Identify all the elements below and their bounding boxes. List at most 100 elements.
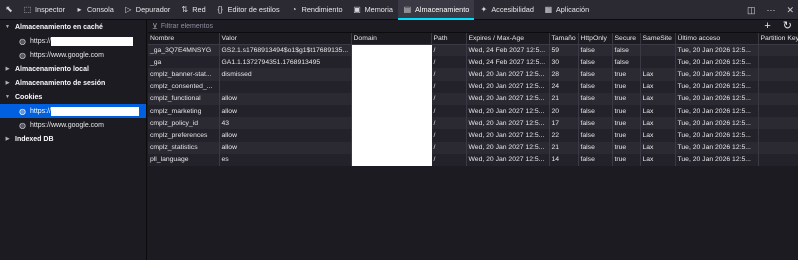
table-cell: Wed, 24 Feb 2027 12:5... bbox=[466, 44, 550, 57]
chevron-down-icon[interactable]: ▼ bbox=[3, 94, 12, 100]
table-cell: true bbox=[612, 153, 641, 166]
tree-session-storage[interactable]: ▶ Almacenamiento de sesión bbox=[0, 76, 146, 90]
tree-item-cache-google[interactable]: ◍ https://www.google.com bbox=[0, 48, 146, 62]
column-header[interactable]: Valor bbox=[219, 33, 352, 45]
tree-indexeddb[interactable]: ▶ Indexed DB bbox=[0, 132, 146, 146]
table-cell: 21 bbox=[549, 141, 579, 154]
toolbar-actions: ◫ ⋯ ✕ bbox=[747, 0, 794, 20]
table-cell: Tue, 20 Jan 2026 12:5... bbox=[675, 92, 759, 105]
table-cell bbox=[758, 80, 798, 93]
table-cell: / bbox=[431, 80, 467, 93]
close-icon[interactable]: ✕ bbox=[786, 5, 794, 16]
table-cell: Tue, 20 Jan 2026 12:5... bbox=[675, 68, 759, 81]
globe-icon: ◍ bbox=[19, 36, 26, 46]
tree-cache-storage[interactable]: ▼ Almacenamiento en caché bbox=[0, 20, 146, 34]
table-row[interactable]: _ga_3Q7E4MNSYG GS2.1.s1768913494$o1$g1$t1… bbox=[148, 44, 798, 57]
table-cell: Lax bbox=[640, 117, 676, 130]
chevron-right-icon[interactable]: ▶ bbox=[3, 136, 12, 142]
table-cell: Lax bbox=[640, 92, 676, 105]
chevron-right-icon[interactable]: ▶ bbox=[3, 66, 12, 72]
table-cell: allow bbox=[219, 141, 352, 154]
tab-console[interactable]: ▸ Consola bbox=[70, 0, 119, 20]
table-cell: allow bbox=[219, 104, 352, 118]
column-header[interactable]: Domain bbox=[351, 33, 432, 45]
tab-storage[interactable]: ▤ Almacenamiento bbox=[397, 0, 475, 20]
table-cell: true bbox=[612, 129, 641, 142]
column-header[interactable]: HttpOnly bbox=[578, 33, 613, 45]
more-options-icon[interactable]: ⋯ bbox=[766, 5, 775, 16]
tree-item-cookies-google[interactable]: ◍ https://www.google.com bbox=[0, 118, 146, 132]
tab-performance[interactable]: ◔ Rendimiento bbox=[285, 0, 348, 20]
table-cell bbox=[758, 44, 798, 57]
table-cell: true bbox=[612, 68, 641, 81]
add-item-icon[interactable]: + bbox=[764, 20, 770, 33]
tree-label: Cookies bbox=[15, 93, 43, 101]
element-picker-icon[interactable]: ⬉ bbox=[0, 0, 18, 20]
table-cell bbox=[758, 153, 798, 166]
tree-cookies[interactable]: ▼ Cookies bbox=[0, 90, 146, 104]
memory-icon: ▣ bbox=[353, 5, 361, 14]
table-cell: / bbox=[431, 92, 467, 105]
redacted-block bbox=[51, 106, 139, 116]
column-header[interactable]: SameSite bbox=[640, 33, 676, 45]
table-row[interactable]: cmplz_consented_... / Wed, 20 Jan 2027 12:… bbox=[148, 80, 798, 93]
table-row[interactable]: pll_language es / Wed, 20 Jan 2027 12:5... 1… bbox=[148, 153, 798, 166]
table-cell bbox=[758, 104, 798, 118]
table-row[interactable]: cmplz_policy_id 43 /Wed, 20 Jan 2027 12:5.… bbox=[148, 117, 798, 130]
tab-network[interactable]: ⇅ Red bbox=[175, 0, 210, 20]
column-header[interactable]: Expires / Max-Age bbox=[466, 33, 550, 45]
column-header[interactable]: Nombre bbox=[148, 33, 220, 45]
table-row[interactable]: cmplz_marketing allow / Wed, 20 Jan 2027 12… bbox=[148, 104, 798, 118]
table-cell bbox=[351, 141, 432, 154]
dock-icon[interactable]: ◫ bbox=[747, 5, 756, 16]
column-header[interactable]: Partition Key bbox=[758, 33, 798, 45]
table-cell bbox=[351, 68, 432, 81]
table-cell: Lax bbox=[640, 153, 676, 166]
table-cell: Tue, 20 Jan 2026 12:5... bbox=[675, 153, 759, 166]
tree-label: Almacenamiento local bbox=[15, 65, 89, 73]
table-row[interactable]: cmplz_statistics allow / Wed, 20 Jan 2027 1… bbox=[148, 141, 798, 154]
refresh-icon[interactable]: ↻ bbox=[783, 20, 792, 33]
chevron-right-icon[interactable]: ▶ bbox=[3, 80, 12, 86]
table-cell bbox=[351, 80, 432, 93]
tab-application[interactable]: ▦ Aplicación bbox=[539, 0, 594, 20]
table-row[interactable]: cmplz_banner-stat... dismissed / Wed, 20 Ja… bbox=[148, 68, 798, 81]
column-header[interactable]: Secure bbox=[612, 33, 641, 45]
globe-icon: ◍ bbox=[19, 50, 26, 60]
column-header[interactable]: Path bbox=[431, 33, 467, 45]
tab-accessibility[interactable]: ✦ Accesibilidad bbox=[474, 0, 539, 20]
tab-debugger[interactable]: ▷ Depurador bbox=[119, 0, 175, 20]
table-cell: false bbox=[578, 117, 613, 130]
table-row[interactable]: cmplz_functional allow / Wed, 20 Jan 2027 1… bbox=[148, 92, 798, 105]
tree-local-storage[interactable]: ▶ Almacenamiento local bbox=[0, 62, 146, 76]
tree-item-cache-redacted[interactable]: ◍ https:// bbox=[0, 34, 146, 48]
tab-style-editor[interactable]: {} Editor de estilos bbox=[211, 0, 285, 20]
table-row[interactable]: cmplz_preferences allow / Wed, 20 Jan 2027 … bbox=[148, 129, 798, 142]
column-header[interactable]: Tamaño bbox=[549, 33, 579, 45]
table-cell: / bbox=[431, 117, 467, 130]
table-cell: Wed, 24 Feb 2027 12:5... bbox=[466, 56, 550, 69]
table-cell: allow bbox=[219, 129, 352, 142]
table-cell: cmplz_preferences bbox=[148, 129, 220, 142]
tree-item-label: https:// bbox=[29, 37, 51, 45]
table-cell: / bbox=[431, 104, 467, 118]
table-cell: 21 bbox=[549, 92, 579, 105]
tab-inspector[interactable]: ⬚ Inspector bbox=[18, 0, 70, 20]
table-cell bbox=[219, 80, 352, 93]
tab-memory[interactable]: ▣ Memoria bbox=[348, 0, 398, 20]
inspector-icon: ⬚ bbox=[23, 5, 32, 14]
tree-item-label: https:// bbox=[29, 107, 51, 115]
devtools-toolbar: ⬉ ⬚ Inspector ▸ Consola ▷ Depurador ⇅ Red{} Edit… bbox=[0, 0, 798, 20]
tree-label: Almacenamiento de sesión bbox=[15, 79, 106, 87]
table-row[interactable]: _ga GA1.1.1372794351.1768913495 /Wed, 24 F… bbox=[148, 56, 798, 69]
table-cell: Wed, 20 Jan 2027 12:5... bbox=[466, 153, 550, 166]
table-cell bbox=[640, 56, 676, 69]
table-cell: es bbox=[219, 153, 352, 166]
column-header[interactable]: Último acceso bbox=[675, 33, 759, 45]
tab-label: Depurador bbox=[135, 5, 171, 14]
filter-input[interactable] bbox=[160, 22, 461, 30]
table-cell: Tue, 20 Jan 2026 12:5... bbox=[675, 117, 759, 130]
table-cell: 43 bbox=[219, 117, 352, 130]
tree-item-cookies-redacted[interactable]: ◍ https:// bbox=[0, 104, 146, 118]
chevron-down-icon[interactable]: ▼ bbox=[3, 24, 12, 30]
